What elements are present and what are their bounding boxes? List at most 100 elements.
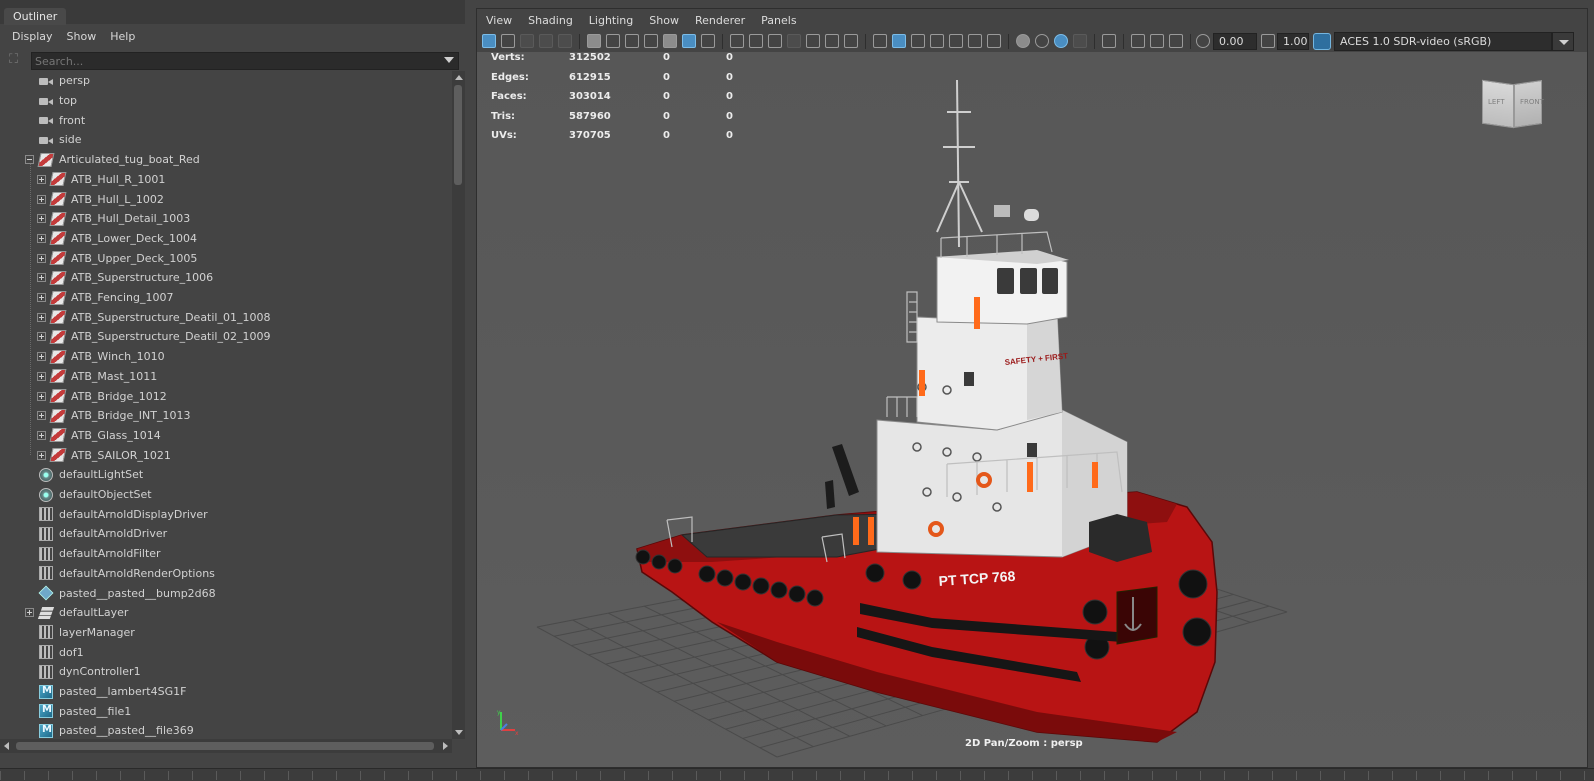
outliner-item[interactable]: layerManager <box>39 623 135 643</box>
scroll-left-icon[interactable] <box>4 742 9 750</box>
outliner-item[interactable]: defaultArnoldDriver <box>39 524 167 544</box>
wireframe-on-shaded-icon[interactable] <box>768 34 782 48</box>
outliner-item[interactable]: defaultArnoldRenderOptions <box>39 564 215 584</box>
light-icon[interactable] <box>949 34 963 48</box>
search-dropdown-icon[interactable] <box>444 57 454 63</box>
menu-view[interactable]: View <box>486 14 512 27</box>
expand-icon[interactable] <box>37 174 46 184</box>
outliner-item[interactable]: ATB_Hull_Detail_1003 <box>37 209 190 229</box>
expand-icon[interactable] <box>37 430 46 440</box>
xray-active-icon[interactable] <box>930 34 944 48</box>
outliner-item[interactable]: ATB_Bridge_1012 <box>37 386 167 406</box>
outliner-item[interactable]: ATB_Hull_L_1002 <box>37 189 164 209</box>
expand-icon[interactable] <box>37 293 46 303</box>
menu-help[interactable]: Help <box>110 30 135 43</box>
expand-icon[interactable] <box>1169 34 1183 48</box>
color-space-select[interactable]: ACES 1.0 SDR-video (sRGB) <box>1334 32 1552 51</box>
outliner-item[interactable]: ATB_Fencing_1007 <box>37 288 173 308</box>
chevron-down-icon[interactable] <box>1552 32 1574 51</box>
expand-icon[interactable] <box>37 450 46 460</box>
field-chart-icon[interactable] <box>644 34 658 48</box>
exposure-field[interactable]: 0.00 <box>1213 33 1257 50</box>
motion-blur-icon[interactable] <box>968 34 982 48</box>
camera-attributes-icon[interactable] <box>501 34 515 48</box>
menu-display[interactable]: Display <box>12 30 53 43</box>
outliner-item[interactable]: ATB_SAILOR_1021 <box>37 445 171 465</box>
scroll-right-icon[interactable] <box>443 742 448 750</box>
outliner-item[interactable]: dof1 <box>39 642 84 662</box>
expand-icon[interactable] <box>37 352 46 362</box>
exposure-icon[interactable] <box>1196 34 1210 48</box>
wireframe-icon[interactable] <box>730 34 744 48</box>
bookmark-icon[interactable] <box>520 34 534 48</box>
expand-icon[interactable] <box>37 312 46 322</box>
outliner-item[interactable]: ATB_Glass_1014 <box>37 426 161 446</box>
outliner-item[interactable]: pasted__pasted__file369 <box>39 721 194 739</box>
two-pane-icon[interactable] <box>1131 34 1145 48</box>
outliner-item[interactable]: persp <box>39 71 90 91</box>
outliner-item[interactable]: ATB_Superstructure_Deatil_01_1008 <box>37 307 270 327</box>
expand-icon[interactable] <box>37 391 46 401</box>
scrollbar-thumb[interactable] <box>454 85 462 185</box>
outliner-item[interactable]: ATB_Lower_Deck_1004 <box>37 229 197 249</box>
multisample-icon[interactable] <box>1054 34 1068 48</box>
outliner-item[interactable]: defaultArnoldFilter <box>39 544 161 564</box>
select-camera-icon[interactable] <box>482 34 496 48</box>
expand-icon[interactable] <box>37 253 46 263</box>
pan-zoom-icon[interactable] <box>701 34 715 48</box>
menu-show[interactable]: Show <box>649 14 679 27</box>
menu-show[interactable]: Show <box>67 30 97 43</box>
use-all-lights-icon[interactable] <box>806 34 820 48</box>
outliner-item[interactable]: front <box>39 110 85 130</box>
safe-action-icon[interactable] <box>663 34 677 48</box>
textured-icon[interactable] <box>787 34 801 48</box>
filter-icon[interactable]: ⛶ <box>9 53 23 67</box>
expand-icon[interactable] <box>37 233 46 243</box>
outliner-item[interactable]: ATB_Upper_Deck_1005 <box>37 248 197 268</box>
menu-renderer[interactable]: Renderer <box>695 14 745 27</box>
resolution-gate-icon[interactable] <box>606 34 620 48</box>
smooth-shade-icon[interactable] <box>749 34 763 48</box>
outliner-item[interactable]: top <box>39 91 77 111</box>
outliner-item[interactable]: ATB_Winch_1010 <box>37 347 165 367</box>
color-management-icon[interactable] <box>1313 33 1331 50</box>
tug-boat-model[interactable]: PT TCP 768 SAFETY + FIRST <box>635 79 1218 743</box>
outliner-item[interactable]: ATB_Superstructure_Deatil_02_1009 <box>37 327 270 347</box>
screen-space-ao-icon[interactable] <box>1035 34 1049 48</box>
scroll-down-icon[interactable] <box>455 730 463 735</box>
menu-lighting[interactable]: Lighting <box>589 14 633 27</box>
expand-icon[interactable] <box>37 194 46 204</box>
outliner-item[interactable]: ATB_Hull_R_1001 <box>37 170 165 190</box>
outliner-item[interactable]: defaultArnoldDisplayDriver <box>39 504 208 524</box>
menu-panels[interactable]: Panels <box>761 14 796 27</box>
grease-pencil-icon[interactable] <box>558 34 572 48</box>
safe-title-icon[interactable] <box>682 34 696 48</box>
outliner-item[interactable]: side <box>39 130 82 150</box>
expand-icon[interactable] <box>37 214 46 224</box>
tab-outliner[interactable]: Outliner <box>4 8 67 25</box>
select-tool-icon[interactable] <box>1102 34 1116 48</box>
hscrollbar-thumb[interactable] <box>16 742 434 750</box>
outliner-item[interactable]: pasted__file1 <box>39 701 131 721</box>
film-gate-icon[interactable] <box>587 34 601 48</box>
ambient-occlusion-icon[interactable] <box>844 34 858 48</box>
outliner-item[interactable]: ATB_Superstructure_1006 <box>37 268 213 288</box>
expand-icon[interactable] <box>37 273 46 283</box>
grid-icon[interactable] <box>1150 34 1164 48</box>
collapse-icon[interactable] <box>25 155 34 165</box>
scroll-up-icon[interactable] <box>455 75 463 80</box>
outliner-item[interactable]: Articulated_tug_boat_Red <box>25 150 200 170</box>
vertical-scrollbar[interactable] <box>452 71 465 739</box>
expand-icon[interactable] <box>37 411 46 421</box>
isolate-select-icon[interactable] <box>873 34 887 48</box>
expand-icon[interactable] <box>25 608 34 618</box>
xray-icon[interactable] <box>892 34 906 48</box>
shadows-icon[interactable] <box>825 34 839 48</box>
expand-icon[interactable] <box>37 332 46 342</box>
outliner-item[interactable]: defaultObjectSet <box>39 485 152 505</box>
outliner-item[interactable]: ATB_Mast_1011 <box>37 367 157 387</box>
anti-aliasing-icon[interactable] <box>987 34 1001 48</box>
image-plane-icon[interactable] <box>539 34 553 48</box>
3d-viewport[interactable]: PT TCP 768 SAFETY + FIRST Verts: 312502 0 0… <box>477 52 1587 767</box>
xray-joints-icon[interactable] <box>911 34 925 48</box>
